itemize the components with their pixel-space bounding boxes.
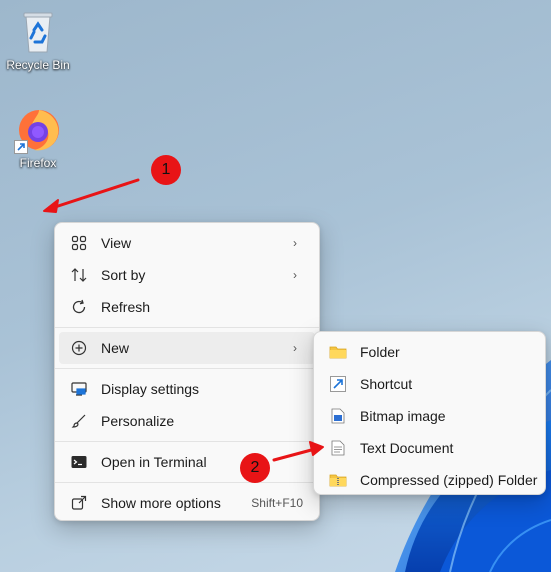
menu-item-label: Text Document: [360, 440, 454, 456]
bitmap-icon: [328, 406, 348, 426]
menu-item-sort-by[interactable]: Sort by ›: [59, 259, 315, 291]
chevron-right-icon: ›: [293, 341, 297, 355]
folder-icon: [328, 342, 348, 362]
annotation-badge-1: 1: [151, 155, 181, 185]
refresh-icon: [69, 297, 89, 317]
menu-item-label: Shortcut: [360, 376, 413, 392]
menu-item-label: Sort by: [101, 267, 146, 283]
share-icon: [69, 493, 89, 513]
menu-item-refresh[interactable]: Refresh: [59, 291, 315, 323]
submenu-item-folder[interactable]: Folder: [318, 336, 541, 368]
context-menu: View › Sort by › Refresh New › Display s…: [54, 222, 320, 521]
shortcut-arrow-icon: [14, 140, 28, 154]
desktop-icon-label: Firefox: [19, 156, 57, 170]
menu-item-label: Folder: [360, 344, 400, 360]
menu-item-show-more-options[interactable]: Show more options Shift+F10: [59, 487, 315, 519]
annotation-badge-2: 2: [240, 453, 270, 483]
menu-separator: [55, 441, 319, 442]
recycle-bin-icon: [14, 8, 62, 56]
submenu-item-text-document[interactable]: Text Document: [318, 432, 541, 464]
keyboard-shortcut: Shift+F10: [251, 496, 303, 510]
desktop-icon-firefox[interactable]: Firefox: [0, 106, 78, 170]
chevron-right-icon: ›: [293, 268, 297, 282]
shortcut-icon: [328, 374, 348, 394]
menu-item-new[interactable]: New ›: [59, 332, 315, 364]
desktop-icon-recycle-bin[interactable]: Recycle Bin: [0, 8, 78, 72]
text-document-icon: [328, 438, 348, 458]
brush-icon: [69, 411, 89, 431]
menu-item-label: View: [101, 235, 132, 251]
desktop-icon-label: Recycle Bin: [6, 58, 70, 72]
menu-item-label: Bitmap image: [360, 408, 446, 424]
menu-separator: [55, 327, 319, 328]
menu-separator: [55, 368, 319, 369]
display-icon: [69, 379, 89, 399]
menu-item-label: New: [101, 340, 130, 356]
menu-item-label: Show more options: [101, 495, 221, 511]
menu-item-label: Open in Terminal: [101, 454, 207, 470]
menu-item-display-settings[interactable]: Display settings: [59, 373, 315, 405]
zip-folder-icon: [328, 470, 348, 490]
menu-item-label: Refresh: [101, 299, 151, 315]
submenu-item-compressed-folder[interactable]: Compressed (zipped) Folder: [318, 464, 541, 496]
menu-item-open-in-terminal[interactable]: Open in Terminal: [59, 446, 315, 478]
menu-item-label: Compressed (zipped) Folder: [360, 472, 538, 488]
terminal-icon: [69, 452, 89, 472]
menu-item-view[interactable]: View ›: [59, 227, 315, 259]
new-submenu: Folder Shortcut Bitmap image Text Docume…: [313, 331, 546, 495]
menu-item-label: Display settings: [101, 381, 200, 397]
firefox-icon: [14, 106, 62, 154]
menu-item-personalize[interactable]: Personalize: [59, 405, 315, 437]
grid-view-icon: [69, 233, 89, 253]
submenu-item-shortcut[interactable]: Shortcut: [318, 368, 541, 400]
submenu-item-bitmap-image[interactable]: Bitmap image: [318, 400, 541, 432]
sort-icon: [69, 265, 89, 285]
menu-separator: [55, 482, 319, 483]
chevron-right-icon: ›: [293, 236, 297, 250]
menu-item-label: Personalize: [101, 413, 175, 429]
plus-circle-icon: [69, 338, 89, 358]
